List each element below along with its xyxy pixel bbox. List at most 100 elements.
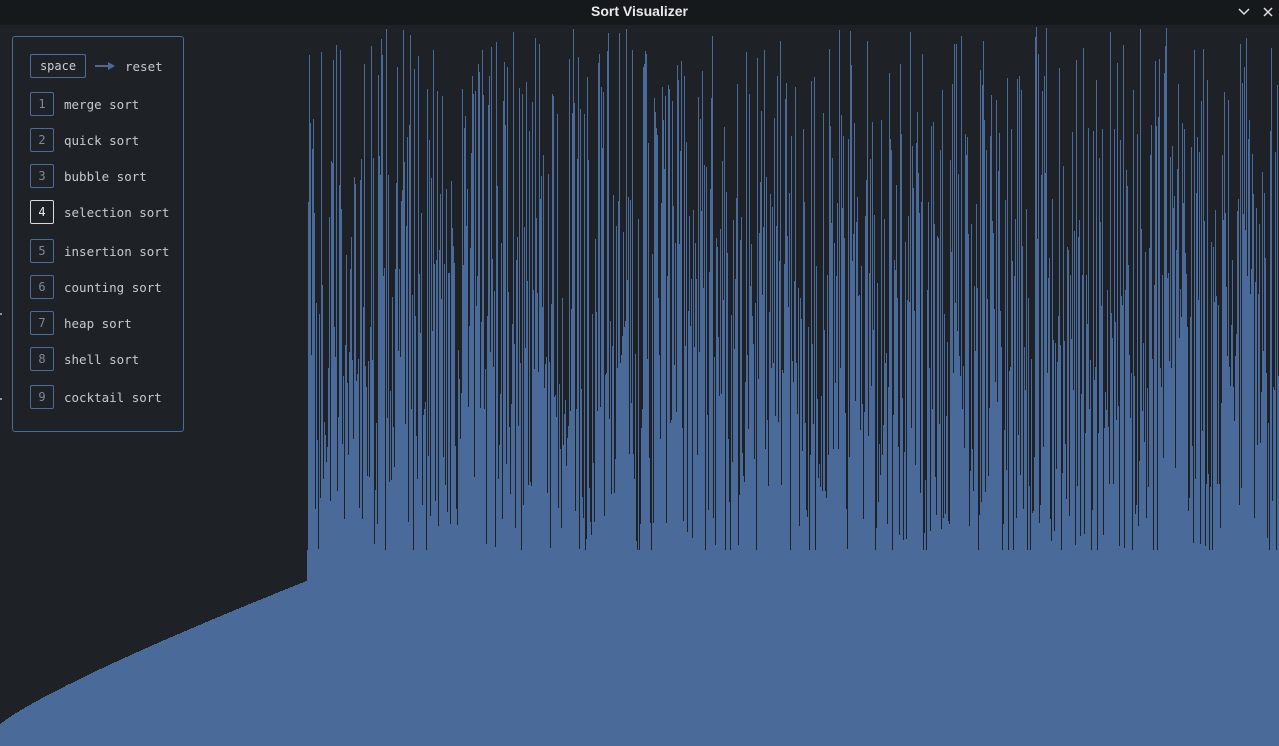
sorted-bar bbox=[19, 711, 20, 746]
key-5[interactable]: 5 bbox=[30, 239, 54, 263]
sorted-bar bbox=[74, 682, 75, 746]
sorted-bar bbox=[138, 652, 139, 746]
sorted-bar bbox=[45, 696, 46, 746]
key-7[interactable]: 7 bbox=[30, 311, 54, 335]
unsorted-bar bbox=[1010, 367, 1011, 746]
unsorted-bar bbox=[957, 331, 958, 746]
unsorted-bar bbox=[407, 137, 408, 746]
unsorted-bar bbox=[854, 123, 855, 746]
unsorted-bar bbox=[1233, 387, 1234, 746]
unsorted-bar bbox=[989, 408, 990, 746]
algorithm-row-shell[interactable]: 8 shell sort bbox=[30, 347, 139, 371]
algorithm-row-bubble[interactable]: 3 bubble sort bbox=[30, 164, 147, 188]
sorted-bar bbox=[286, 589, 287, 746]
key-2[interactable]: 2 bbox=[30, 128, 54, 152]
unsorted-bar bbox=[566, 466, 567, 746]
unsorted-bar bbox=[1192, 446, 1193, 746]
unsorted-bar bbox=[338, 417, 339, 746]
unsorted-bar bbox=[1067, 247, 1068, 746]
unsorted-bar bbox=[733, 220, 734, 746]
sorted-bar bbox=[159, 642, 160, 746]
unsorted-bar bbox=[428, 456, 429, 746]
unsorted-bar bbox=[868, 436, 869, 746]
key-1[interactable]: 1 bbox=[30, 92, 54, 116]
unsorted-bar bbox=[486, 544, 487, 746]
unsorted-bar bbox=[917, 112, 918, 746]
unsorted-bar bbox=[399, 269, 400, 746]
algorithm-row-cocktail[interactable]: 9 cocktail sort bbox=[30, 385, 162, 409]
key-4[interactable]: 4 bbox=[30, 200, 54, 224]
chevron-down-icon[interactable] bbox=[1236, 4, 1252, 20]
unsorted-bar bbox=[1024, 347, 1025, 746]
key-8[interactable]: 8 bbox=[30, 347, 54, 371]
unsorted-bar bbox=[599, 54, 600, 746]
unsorted-bar bbox=[1061, 571, 1062, 746]
key-3[interactable]: 3 bbox=[30, 164, 54, 188]
reset-label: reset bbox=[125, 58, 163, 74]
sorted-bar bbox=[165, 640, 166, 746]
unsorted-bar bbox=[577, 159, 578, 746]
algorithm-row-heap[interactable]: 7 heap sort bbox=[30, 311, 132, 335]
unsorted-bar bbox=[1232, 260, 1233, 746]
unsorted-bar bbox=[567, 438, 568, 746]
unsorted-bar bbox=[1053, 340, 1054, 746]
unsorted-bar bbox=[1167, 278, 1168, 746]
sorted-bar bbox=[15, 713, 16, 746]
sorted-bar bbox=[128, 656, 129, 746]
sorted-bar bbox=[4, 721, 5, 746]
key-6[interactable]: 6 bbox=[30, 275, 54, 299]
sorted-bar bbox=[301, 583, 302, 746]
unsorted-bar bbox=[1119, 546, 1120, 746]
algorithm-row-merge[interactable]: 1 merge sort bbox=[30, 92, 139, 116]
unsorted-bar bbox=[971, 224, 972, 746]
sorted-bar bbox=[139, 651, 140, 746]
unsorted-bar bbox=[833, 449, 834, 746]
unsorted-bar bbox=[1237, 211, 1238, 746]
unsorted-bar bbox=[1028, 298, 1029, 746]
unsorted-bar bbox=[614, 493, 615, 746]
unsorted-bar bbox=[1277, 85, 1278, 746]
unsorted-bar bbox=[1104, 428, 1105, 746]
sorted-bar bbox=[292, 587, 293, 746]
sorted-bar bbox=[40, 699, 41, 746]
unsorted-bar bbox=[518, 426, 519, 746]
unsorted-bar bbox=[984, 120, 985, 746]
sorted-bar bbox=[204, 623, 205, 746]
algorithm-row-selection[interactable]: 4 selection sort bbox=[30, 200, 169, 224]
space-key[interactable]: space bbox=[30, 54, 86, 78]
sorted-bar bbox=[90, 674, 91, 746]
unsorted-bar bbox=[888, 387, 889, 746]
unsorted-bar bbox=[1175, 468, 1176, 746]
unsorted-bar bbox=[1144, 442, 1145, 746]
unsorted-bar bbox=[772, 207, 773, 746]
unsorted-bar bbox=[1052, 199, 1053, 746]
unsorted-bar bbox=[1015, 219, 1016, 746]
sorted-bar bbox=[111, 664, 112, 746]
unsorted-bar bbox=[670, 423, 671, 746]
close-icon[interactable] bbox=[1260, 4, 1276, 20]
algorithm-row-quick[interactable]: 2 quick sort bbox=[30, 128, 139, 152]
sorted-bar bbox=[162, 641, 163, 746]
key-9[interactable]: 9 bbox=[30, 385, 54, 409]
unsorted-bar bbox=[370, 327, 371, 746]
unsorted-bar bbox=[750, 286, 751, 746]
algorithm-row-insertion[interactable]: 5 insertion sort bbox=[30, 239, 169, 263]
algorithm-row-counting[interactable]: 6 counting sort bbox=[30, 275, 162, 299]
unsorted-bar bbox=[458, 350, 459, 746]
unsorted-bar bbox=[1118, 406, 1119, 746]
unsorted-bar bbox=[767, 420, 768, 746]
sorted-bar bbox=[218, 617, 219, 746]
sorted-bar bbox=[81, 678, 82, 746]
sorted-bar bbox=[33, 703, 34, 746]
unsorted-bar bbox=[1200, 544, 1201, 746]
unsorted-bar bbox=[718, 337, 719, 746]
unsorted-bar bbox=[875, 566, 876, 746]
unsorted-bar bbox=[1056, 469, 1057, 746]
unsorted-bar bbox=[1029, 486, 1030, 746]
unsorted-bar bbox=[598, 63, 599, 746]
unsorted-bar bbox=[1098, 433, 1099, 746]
sorted-bar bbox=[230, 612, 231, 746]
unsorted-bar bbox=[433, 50, 434, 746]
edge-marker bbox=[0, 313, 2, 315]
unsorted-bar bbox=[1161, 387, 1162, 746]
